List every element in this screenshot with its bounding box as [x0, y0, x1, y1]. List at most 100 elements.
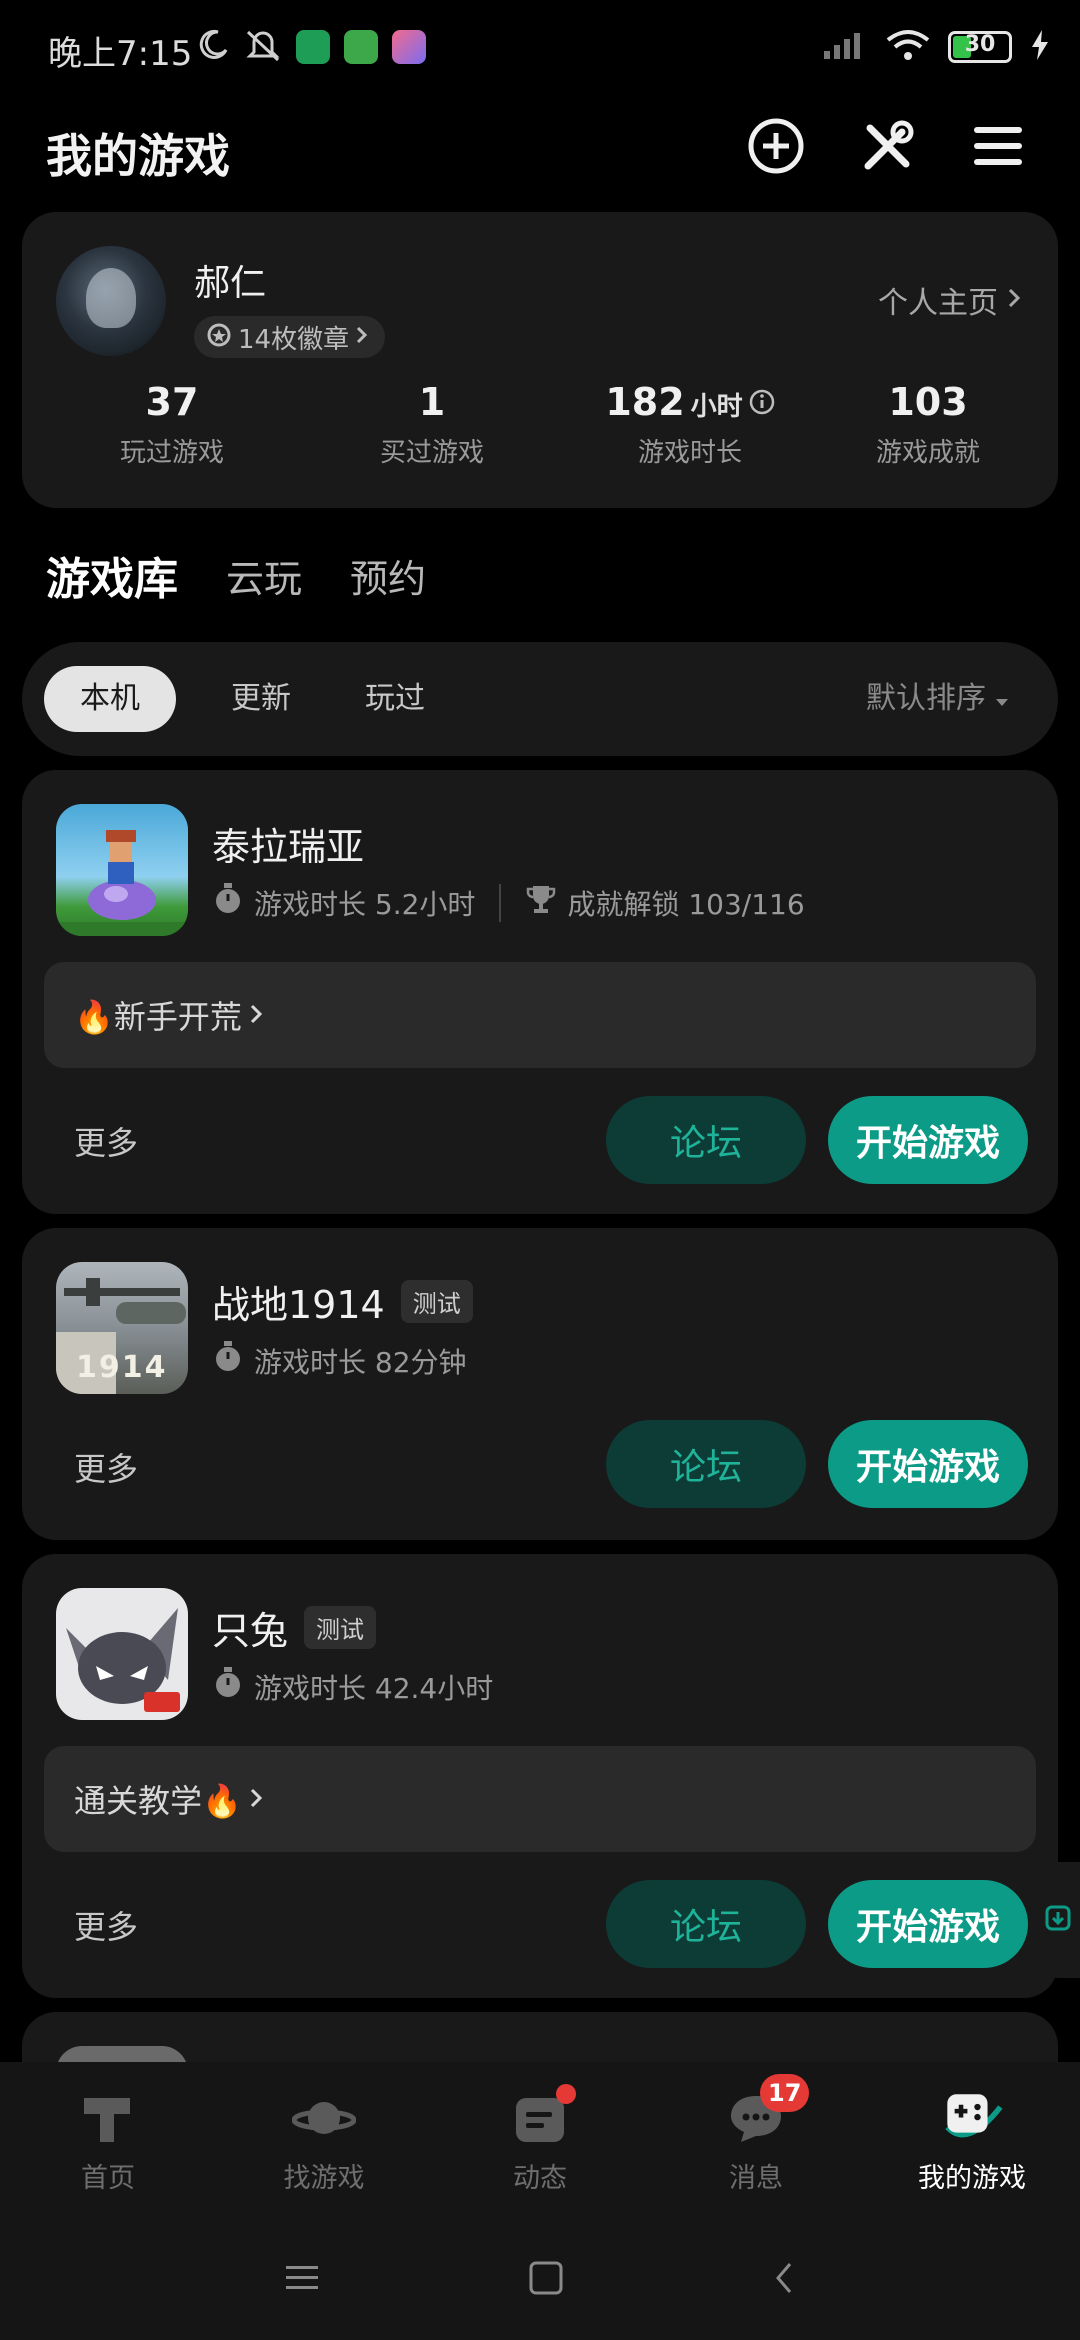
profile-card: 郝仁 14枚徽章 个人主页 37 玩过游戏 1 买过游戏 182 小时 游戏时长…	[22, 212, 1058, 508]
game-icon-battlefield-1914[interactable]: 1914	[56, 1262, 188, 1394]
tab-game-library[interactable]: 游戏库	[46, 543, 178, 607]
game-title: 只兔	[212, 1609, 289, 1653]
stat-played-games[interactable]: 37 玩过游戏	[52, 380, 292, 469]
filter-chip-played[interactable]: 玩过	[340, 666, 450, 732]
nav-label: 首页	[81, 2163, 135, 2194]
game-card: 泰拉瑞亚 游戏时长 5.2小时 成就解锁 103/116 🔥新手开荒 更多 论坛…	[22, 770, 1058, 1214]
moon-icon	[196, 28, 230, 66]
game-icon-terraria[interactable]	[56, 804, 188, 936]
nav-item-messages[interactable]: 17 消息	[648, 2074, 864, 2195]
chevron-right-icon	[248, 1780, 264, 1818]
home-button[interactable]	[528, 2260, 564, 2300]
battery-level: 30	[964, 32, 996, 57]
back-button[interactable]	[772, 2260, 796, 2300]
game-icon-zhitu[interactable]	[56, 1588, 188, 1720]
profile-homepage-link[interactable]: 个人主页	[878, 278, 1022, 322]
game-title: 战地1914	[212, 1283, 385, 1327]
chat-icon: 17	[724, 2074, 810, 2150]
add-circle-icon	[747, 117, 805, 179]
mute-icon	[244, 28, 282, 66]
game-card: 只兔 测试 游戏时长 42.4小时 通关教学🔥 更多 论坛 开始游戏	[22, 1554, 1058, 1998]
more-button[interactable]: 更多	[74, 1902, 138, 1948]
stat-value: 182	[605, 380, 685, 424]
hamburger-icon	[972, 123, 1024, 173]
divider	[499, 883, 502, 922]
stat-value: 37	[145, 380, 199, 424]
username: 郝仁	[194, 263, 267, 304]
badges-count: 14枚徽章	[238, 324, 350, 355]
nav-label: 找游戏	[283, 2163, 365, 2194]
more-button[interactable]: 更多	[74, 1444, 138, 1490]
start-game-button[interactable]: 开始游戏	[828, 1096, 1028, 1184]
nav-label: 动态	[513, 2163, 567, 2194]
menu-button[interactable]	[966, 116, 1030, 180]
filter-chip-updates[interactable]: 更新	[206, 666, 316, 732]
game-icon-label: 1914	[76, 1350, 168, 1385]
avatar[interactable]	[56, 246, 166, 356]
game-meta: 游戏时长 42.4小时	[212, 1666, 493, 1707]
badges-pill[interactable]: 14枚徽章	[194, 316, 386, 358]
profile-link-label: 个人主页	[878, 286, 998, 321]
stat-label: 买过游戏	[379, 438, 484, 468]
stat-achievements[interactable]: 103 游戏成就	[808, 380, 1048, 469]
my-games-page: 晚上7:15 30 我的游戏 郝仁 14枚徽章 个人主页 37 玩过游戏 1 买…	[0, 0, 1080, 2340]
stat-value: 1	[418, 380, 446, 424]
tools-button[interactable]	[856, 116, 920, 180]
recent-apps-button[interactable]	[284, 2263, 320, 2297]
system-nav-bar	[0, 2220, 1080, 2340]
test-tag: 测试	[304, 1606, 377, 1649]
start-game-button[interactable]: 开始游戏	[828, 1880, 1028, 1968]
guide-banner[interactable]: 🔥新手开荒	[44, 962, 1036, 1068]
filter-chip-local[interactable]: 本机	[44, 666, 176, 732]
stopwatch-icon	[212, 1340, 244, 1381]
header: 我的游戏	[0, 100, 1080, 210]
start-game-button[interactable]: 开始游戏	[828, 1420, 1028, 1508]
charging-icon	[1030, 30, 1050, 64]
forum-button[interactable]: 论坛	[606, 1420, 806, 1508]
tab-cloud-play[interactable]: 云玩	[226, 548, 302, 603]
filter-bar: 本机 更新 玩过 默认排序	[22, 642, 1058, 756]
playtime: 游戏时长 82分钟	[254, 1345, 467, 1379]
status-time: 晚上7:15	[48, 34, 193, 74]
more-button[interactable]: 更多	[74, 1118, 138, 1164]
floating-download-tab[interactable]	[1036, 1862, 1080, 1978]
gamepad-icon	[940, 2086, 1004, 2150]
game-meta: 游戏时长 5.2小时 成就解锁 103/116	[212, 882, 805, 923]
info-icon[interactable]	[749, 380, 775, 424]
sort-dropdown[interactable]: 默认排序	[866, 666, 1010, 732]
section-tabs: 游戏库 云玩 预约	[46, 540, 426, 610]
stat-label: 游戏成就	[875, 438, 980, 468]
test-tag: 测试	[400, 1280, 473, 1323]
guide-label: 通关教学🔥	[74, 1782, 242, 1820]
add-game-button[interactable]	[744, 116, 808, 180]
home-hammer-icon	[76, 2086, 140, 2150]
guide-label: 🔥新手开荒	[74, 998, 242, 1036]
nav-item-find-games[interactable]: 找游戏	[216, 2086, 432, 2195]
tools-icon	[860, 118, 916, 178]
forum-button[interactable]: 论坛	[606, 1096, 806, 1184]
planet-icon	[292, 2086, 356, 2150]
stopwatch-icon	[212, 882, 244, 923]
nav-label: 消息	[729, 2163, 783, 2194]
chevron-right-icon	[1006, 283, 1022, 318]
nav-item-feed[interactable]: 动态	[432, 2084, 648, 2195]
guide-banner[interactable]: 通关教学🔥	[44, 1746, 1036, 1852]
stat-bought-games[interactable]: 1 买过游戏	[312, 380, 552, 469]
chevron-right-icon	[355, 322, 369, 352]
wifi-icon	[886, 28, 930, 66]
page-title: 我的游戏	[46, 129, 230, 183]
feed-icon	[508, 2084, 576, 2150]
sort-label: 默认排序	[866, 681, 986, 716]
tab-reservations[interactable]: 预约	[350, 548, 426, 603]
message-count-badge: 17	[760, 2074, 810, 2112]
stat-label: 玩过游戏	[119, 438, 224, 468]
playtime: 游戏时长 5.2小时	[254, 887, 476, 921]
nav-item-home[interactable]: 首页	[0, 2086, 216, 2195]
stat-unit: 小时	[690, 392, 743, 422]
stat-playtime[interactable]: 182 小时 游戏时长	[570, 380, 810, 469]
forum-button[interactable]: 论坛	[606, 1880, 806, 1968]
trophy-icon	[525, 883, 557, 922]
status-icons-right: 30	[822, 28, 1050, 66]
game-app-icon	[392, 30, 426, 64]
nav-item-my-games[interactable]: 我的游戏	[864, 2086, 1080, 2195]
